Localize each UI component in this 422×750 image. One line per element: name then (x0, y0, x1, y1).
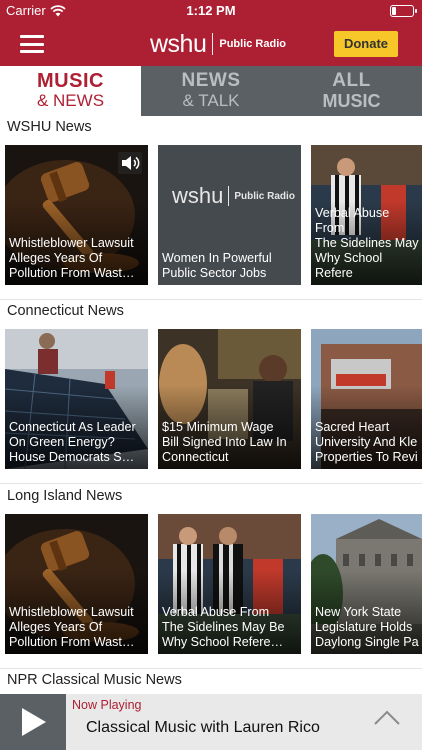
tab-label-line1: NEWS (181, 70, 241, 91)
news-card[interactable]: Whistleblower Lawsuit Alleges Years Of P… (5, 145, 148, 285)
section-connecticut-news: Connecticut News Connecticut As Leader O… (0, 300, 422, 484)
card-title: $15 Minimum Wage Bill Signed Into Law In… (162, 420, 287, 464)
card-title: Connecticut As Leader On Green Energy? H… (9, 420, 136, 464)
clock: 1:12 PM (186, 3, 236, 18)
card-title: Verbal Abuse From The Sidelines May Be W… (162, 605, 285, 649)
chevron-up-icon[interactable] (374, 710, 400, 726)
wshu-logo: wshu Public Radio (150, 30, 286, 58)
tab-label-line2: & TALK (182, 91, 240, 110)
card-title: Whistleblower Lawsuit Alleges Years Of P… (9, 605, 135, 649)
news-card[interactable]: $15 Minimum Wage Bill Signed Into Law In… (158, 329, 301, 469)
station-tabs: MUSIC & NEWS NEWS & TALK ALL MUSIC (0, 66, 422, 116)
tab-music-news[interactable]: MUSIC & NEWS (0, 66, 141, 116)
battery-level (392, 7, 396, 15)
section-title: Long Island News (7, 488, 123, 504)
play-button[interactable] (0, 694, 66, 750)
program-title: Classical Music with Lauren Rico (86, 719, 320, 736)
news-card[interactable]: Connecticut As Leader On Green Energy? H… (5, 329, 148, 469)
news-card[interactable]: Verbal Abuse From The Sidelines May Why … (311, 145, 422, 285)
news-card[interactable]: Sacred Heart University And Kle Properti… (311, 329, 422, 469)
now-playing-bar[interactable]: Now Playing Classical Music with Lauren … (0, 694, 422, 750)
logo-divider (212, 33, 214, 55)
card-title: Sacred Heart University And Kle Properti… (315, 420, 418, 464)
section-wshu-news: WSHU News Whistleblower Lawsuit Alleges … (0, 116, 422, 300)
now-playing-label: Now Playing (72, 698, 142, 712)
card-title: Women In Powerful Public Sector Jobs (162, 251, 272, 280)
hamburger-menu-icon[interactable] (20, 35, 44, 53)
section-divider (0, 483, 422, 484)
tab-label-line2: MUSIC (322, 91, 381, 111)
section-title: NPR Classical Music News (7, 672, 182, 688)
section-title: Connecticut News (7, 303, 124, 319)
news-card[interactable]: wshu Public Radio Women In Powerful Publ… (158, 145, 301, 285)
logo-subtitle: Public Radio (219, 38, 286, 50)
play-icon (22, 708, 46, 736)
tab-all-music[interactable]: ALL MUSIC (281, 66, 422, 116)
section-title: WSHU News (7, 119, 92, 135)
speaker-icon[interactable] (118, 152, 142, 174)
card-title: Verbal Abuse From The Sidelines May Why … (315, 206, 419, 280)
card-logo: wshu Public Radio (172, 183, 295, 209)
news-card[interactable]: Whistleblower Lawsuit Alleges Years Of P… (5, 514, 148, 654)
logo-word: wshu (150, 29, 207, 58)
card-logo-divider (228, 186, 230, 206)
card-title: Whistleblower Lawsuit Alleges Years Of P… (9, 236, 135, 280)
card-logo-word: wshu (172, 183, 224, 208)
news-card[interactable]: Verbal Abuse From The Sidelines May Be W… (158, 514, 301, 654)
tab-label-line1: MUSIC (37, 70, 104, 92)
tab-label-line1: ALL (332, 70, 371, 91)
news-card[interactable]: New York State Legislature Holds Daylong… (311, 514, 422, 654)
tab-label-line2: & NEWS (36, 91, 105, 110)
status-bar: Carrier 1:12 PM (0, 0, 422, 22)
section-long-island-news: Long Island News Whistleblower Lawsuit A… (0, 485, 422, 669)
card-title: New York State Legislature Holds Daylong… (315, 605, 419, 649)
tab-news-talk[interactable]: NEWS & TALK (141, 66, 281, 116)
card-logo-subtitle: Public Radio (234, 190, 295, 202)
section-npr-classical-news: NPR Classical Music News (0, 669, 422, 694)
app-header: wshu Public Radio Donate (0, 22, 422, 66)
battery-icon (390, 5, 417, 17)
donate-button[interactable]: Donate (334, 31, 398, 57)
